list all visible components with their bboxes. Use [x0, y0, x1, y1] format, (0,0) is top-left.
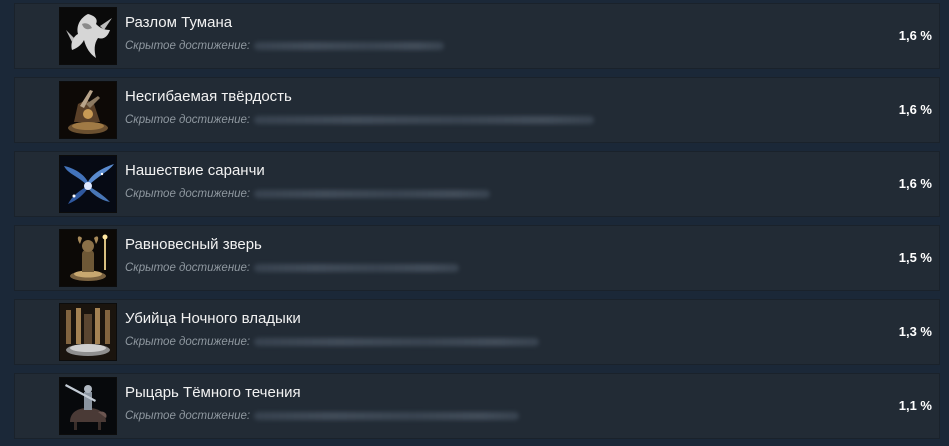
- achievement-title: Рыцарь Тёмного течения: [125, 384, 301, 401]
- hidden-achievement-description: Скрытое достижение:: [125, 40, 445, 52]
- achievement-row[interactable]: Равновесный зверь Скрытое достижение: 1,…: [14, 225, 940, 291]
- hidden-label: Скрытое достижение:: [125, 262, 251, 274]
- broken-armor-altar-icon: [59, 81, 117, 139]
- hidden-achievement-description: Скрытое достижение:: [125, 336, 540, 348]
- achievement-row[interactable]: Несгибаемая твёрдость Скрытое достижение…: [14, 77, 940, 143]
- hidden-label: Скрытое достижение:: [125, 188, 251, 200]
- blurred-description: [254, 189, 491, 198]
- white-dragon-icon: [59, 7, 117, 65]
- golden-beast-statue-icon: [59, 229, 117, 287]
- unlock-percent: 1,6 %: [898, 176, 932, 191]
- hidden-label: Скрытое достижение:: [125, 336, 251, 348]
- hidden-achievement-description: Скрытое достижение:: [125, 114, 595, 126]
- achievement-title: Несгибаемая твёрдость: [125, 88, 292, 105]
- achievement-row[interactable]: Разлом Тумана Скрытое достижение: 1,6 %: [14, 3, 940, 69]
- unlock-percent: 1,6 %: [898, 102, 932, 117]
- unlock-percent: 1,5 %: [898, 250, 932, 265]
- achievement-title: Убийца Ночного владыки: [125, 310, 301, 327]
- hidden-label: Скрытое достижение:: [125, 410, 251, 422]
- hidden-achievement-description: Скрытое достижение:: [125, 410, 520, 422]
- hidden-label: Скрытое достижение:: [125, 114, 251, 126]
- blurred-description: [254, 411, 520, 420]
- hidden-achievement-description: Скрытое достижение:: [125, 188, 491, 200]
- blurred-description: [254, 337, 540, 346]
- achievement-row[interactable]: Убийца Ночного владыки Скрытое достижени…: [14, 299, 940, 365]
- unlock-percent: 1,1 %: [898, 398, 932, 413]
- unlock-percent: 1,6 %: [898, 28, 932, 43]
- achievement-row[interactable]: Нашествие саранчи Скрытое достижение: 1,…: [14, 151, 940, 217]
- achievement-title: Разлом Тумана: [125, 14, 233, 31]
- hidden-achievement-description: Скрытое достижение:: [125, 262, 460, 274]
- achievement-row[interactable]: Рыцарь Тёмного течения Скрытое достижени…: [14, 373, 940, 439]
- blurred-description: [254, 41, 445, 50]
- blurred-description: [254, 115, 595, 124]
- candlelit-altar-icon: [59, 303, 117, 361]
- blue-winged-locust-icon: [59, 155, 117, 213]
- hidden-label: Скрытое достижение:: [125, 40, 251, 52]
- knight-on-beast-icon: [59, 377, 117, 435]
- unlock-percent: 1,3 %: [898, 324, 932, 339]
- achievement-title: Равновесный зверь: [125, 236, 262, 253]
- achievement-list: Разлом Тумана Скрытое достижение: 1,6 % …: [0, 0, 949, 446]
- achievement-title: Нашествие саранчи: [125, 162, 265, 179]
- blurred-description: [254, 263, 460, 272]
